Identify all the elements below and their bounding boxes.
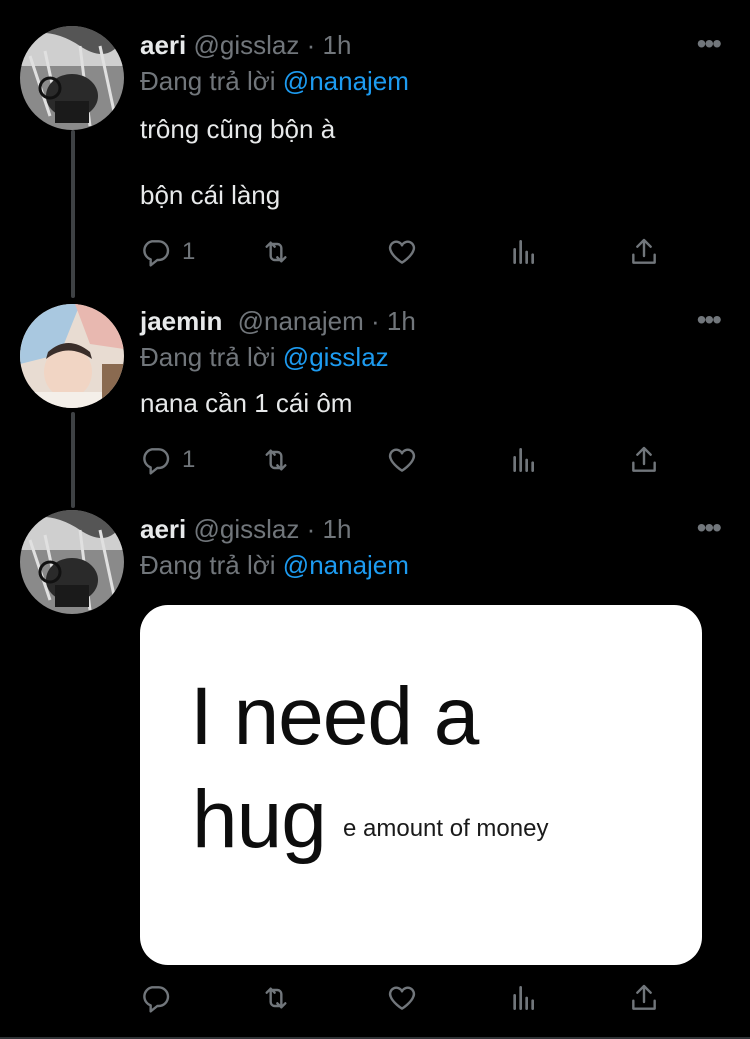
user-handle[interactable]: @gisslaz bbox=[194, 514, 300, 544]
separator-dot: · bbox=[370, 306, 380, 336]
like-button[interactable] bbox=[386, 232, 418, 272]
views-icon bbox=[513, 986, 534, 1010]
reply-mention[interactable]: @nanajem bbox=[283, 66, 409, 96]
media-text-small: e amount of money bbox=[343, 815, 549, 842]
heart-icon bbox=[388, 448, 416, 472]
reply-mention[interactable]: @gisslaz bbox=[283, 342, 389, 372]
reply-icon bbox=[143, 240, 170, 267]
reply-icon bbox=[143, 986, 170, 1013]
reply-count: 1 bbox=[182, 238, 196, 265]
media-text-line2: hug bbox=[192, 774, 327, 865]
tweet-header: aeri @gisslaz · 1h bbox=[140, 514, 351, 545]
share-button[interactable] bbox=[628, 232, 660, 272]
display-name[interactable]: aeri bbox=[140, 514, 186, 544]
retweet-button[interactable] bbox=[260, 232, 292, 272]
tweet-text: nana cần 1 cái ôm bbox=[140, 386, 352, 420]
share-icon bbox=[632, 238, 656, 264]
tweet-text-line: trông cũng bộn à bbox=[140, 114, 336, 144]
reply-prefix: Đang trả lời bbox=[140, 342, 276, 372]
avatar[interactable] bbox=[20, 26, 124, 130]
views-button[interactable] bbox=[508, 978, 540, 1018]
reply-button[interactable]: 1 bbox=[140, 232, 195, 272]
avatar[interactable] bbox=[20, 304, 124, 408]
tweet-header: aeri @gisslaz · 1h bbox=[140, 30, 351, 61]
reply-context: Đang trả lời @nanajem bbox=[140, 66, 409, 97]
more-horizontal-icon[interactable]: ••• bbox=[697, 30, 722, 58]
action-bar bbox=[140, 978, 680, 1018]
more-horizontal-icon[interactable]: ••• bbox=[697, 306, 722, 334]
retweet-button[interactable] bbox=[260, 440, 292, 480]
reply-prefix: Đang trả lời bbox=[140, 66, 276, 96]
share-button[interactable] bbox=[628, 440, 660, 480]
views-button[interactable] bbox=[508, 232, 540, 272]
views-button[interactable] bbox=[508, 440, 540, 480]
tweet-text: trông cũng bộn à bộn cái làng bbox=[140, 112, 335, 212]
tweet-header: jaemin @nanajem · 1h bbox=[140, 306, 416, 337]
reply-button[interactable]: 1 bbox=[140, 440, 195, 480]
reply-context: Đang trả lời @nanajem bbox=[140, 550, 409, 581]
separator-dot: · bbox=[306, 30, 316, 60]
action-bar: 1 bbox=[140, 440, 680, 480]
user-handle[interactable]: @nanajem bbox=[238, 306, 364, 336]
reply-icon bbox=[143, 448, 170, 475]
views-icon bbox=[513, 448, 534, 472]
media-text-line1: I need a bbox=[190, 671, 479, 762]
retweet-icon bbox=[265, 449, 287, 471]
display-name[interactable]: jaemin bbox=[140, 306, 222, 336]
tweet[interactable]: aeri @gisslaz · 1h ••• Đang trả lời @nan… bbox=[0, 0, 750, 290]
timestamp[interactable]: 1h bbox=[387, 306, 416, 336]
reply-context: Đang trả lời @gisslaz bbox=[140, 342, 389, 373]
more-horizontal-icon[interactable]: ••• bbox=[697, 514, 722, 542]
action-bar: 1 bbox=[140, 232, 680, 272]
reply-count: 1 bbox=[182, 446, 196, 473]
reply-prefix: Đang trả lời bbox=[140, 550, 276, 580]
share-icon bbox=[632, 446, 656, 472]
tweet-media-image[interactable]: I need a hug e amount of money bbox=[140, 605, 702, 965]
timestamp[interactable]: 1h bbox=[323, 514, 352, 544]
retweet-icon bbox=[265, 987, 287, 1009]
avatar[interactable] bbox=[20, 510, 124, 614]
reply-button[interactable] bbox=[140, 978, 182, 1018]
separator-dot: · bbox=[306, 514, 316, 544]
heart-icon bbox=[388, 986, 416, 1010]
tweet[interactable]: jaemin @nanajem · 1h ••• Đang trả lời @g… bbox=[0, 290, 750, 500]
tweet-text-line: bộn cái làng bbox=[140, 180, 281, 210]
share-icon bbox=[632, 984, 656, 1010]
display-name[interactable]: aeri bbox=[140, 30, 186, 60]
retweet-icon bbox=[265, 241, 287, 263]
like-button[interactable] bbox=[386, 978, 418, 1018]
heart-icon bbox=[388, 240, 416, 264]
timestamp[interactable]: 1h bbox=[323, 30, 352, 60]
user-handle[interactable]: @gisslaz bbox=[194, 30, 300, 60]
share-button[interactable] bbox=[628, 978, 660, 1018]
retweet-button[interactable] bbox=[260, 978, 292, 1018]
tweet-text-line: nana cần 1 cái ôm bbox=[140, 388, 353, 418]
like-button[interactable] bbox=[386, 440, 418, 480]
views-icon bbox=[513, 240, 534, 264]
reply-mention[interactable]: @nanajem bbox=[283, 550, 409, 580]
